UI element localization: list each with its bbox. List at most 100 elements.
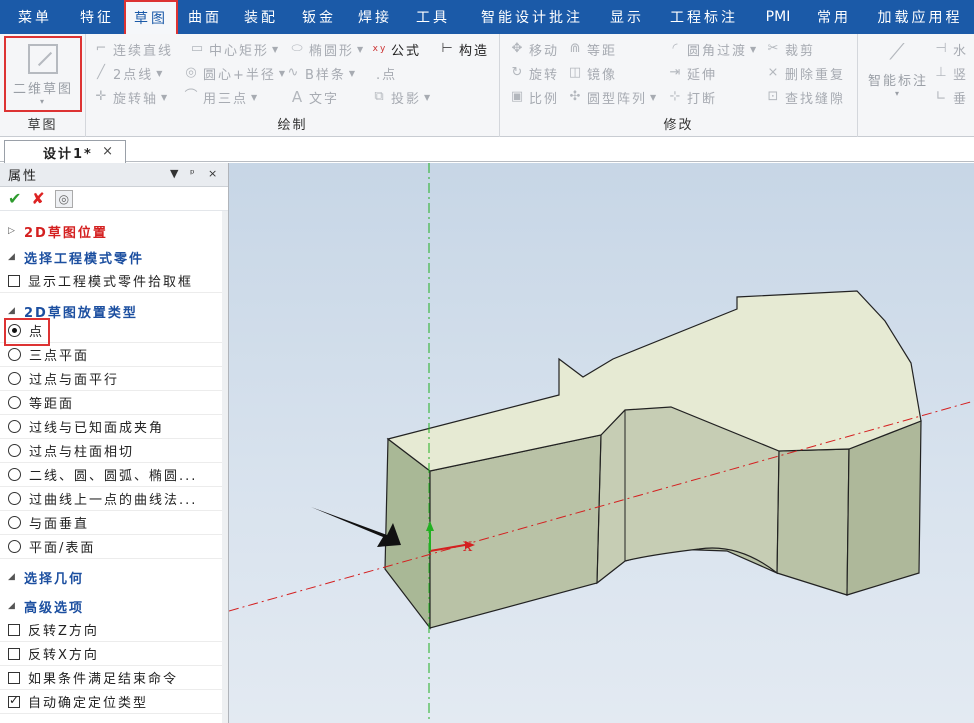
section-2d-sketch-position[interactable]: ▷ 2D草图位置 <box>0 219 222 243</box>
close-icon[interactable]: × <box>102 144 115 159</box>
circle-center-radius-button[interactable]: ◎ 圆心+半径 ▼ <box>184 62 287 84</box>
point-button[interactable]: .点 <box>376 62 397 84</box>
horizontal-dim-button[interactable]: ⊣ 水 <box>934 38 968 60</box>
checkbox-box[interactable] <box>8 647 20 660</box>
radio-dot[interactable] <box>8 516 21 529</box>
ribbon-group-title-sketch: 草图 <box>27 118 58 133</box>
auto-locate-type-checkbox[interactable]: 自动确定定位类型 <box>0 690 222 714</box>
flip-z-checkbox[interactable]: 反转Z方向 <box>0 618 222 642</box>
formula-button[interactable]: xy 公式 <box>372 38 421 60</box>
2d-sketch-button[interactable]: 二维草图 ▾ <box>4 36 82 112</box>
radio-dot[interactable] <box>8 492 21 505</box>
construct-button[interactable]: ⊢ 构造 <box>440 38 489 60</box>
panel-scrollbar[interactable] <box>222 211 228 723</box>
three-point-arc-button[interactable]: ⌒ 用三点 ▼ <box>184 86 259 108</box>
menu-sheetmetal[interactable]: 钣金 <box>290 0 348 34</box>
offset-button[interactable]: ⋒ 等距 <box>568 38 617 60</box>
flip-x-checkbox[interactable]: 反转X方向 <box>0 642 222 666</box>
menu-surface[interactable]: 曲面 <box>178 0 232 34</box>
menu-feature[interactable]: 特征 <box>70 0 124 34</box>
smart-annotate-button[interactable]: ⟋ 智能标注 ▾ <box>868 40 928 98</box>
radio-plane-surface[interactable]: 平面/表面 <box>0 535 222 559</box>
radio-dot[interactable] <box>8 348 21 361</box>
point-label: .点 <box>376 67 398 83</box>
fillet-button[interactable]: ◜ 圆角过渡 ▼ <box>668 38 758 60</box>
radio-dot[interactable] <box>8 396 21 409</box>
menu-pmi[interactable]: PMI <box>754 0 802 34</box>
menu-main[interactable]: 菜单 <box>0 0 70 34</box>
rotation-axis-button[interactable]: ✛ 旋转轴 ▼ <box>94 86 169 108</box>
radio-curve-normal[interactable]: 过曲线上一点的曲线法... <box>0 487 222 511</box>
end-command-checkbox[interactable]: 如果条件满足结束命令 <box>0 666 222 690</box>
menu-smart-design[interactable]: 智能设计批注 <box>464 0 600 34</box>
panel-menu-icon[interactable]: ▼ <box>170 167 180 180</box>
document-tab[interactable]: 设计1* × <box>4 140 126 163</box>
ribbon-group-draw: ⌐ 连续直线 ▭ 中心矩形 ▼ ⬭ 椭圆形 ▼ xy 公式 ⊢ 构造 ╱ 2点线 ▼ ◎ 圆心+半径… <box>86 34 500 137</box>
polyline-label: 连续直线 <box>113 43 174 59</box>
checkbox-label: 自动确定定位类型 <box>28 696 149 711</box>
rotate-button[interactable]: ↻ 旋转 <box>510 62 559 84</box>
perpendicular-dim-button[interactable]: ∟ 垂 <box>934 86 968 108</box>
radio-two-lines-circle[interactable]: 二线、圆、圆弧、椭圆... <box>0 463 222 487</box>
3d-viewport[interactable]: X <box>229 163 974 723</box>
construct-icon: ⊢ <box>441 41 455 56</box>
circular-pattern-label: 圆型阵列 <box>587 91 648 107</box>
checkbox-box[interactable] <box>8 274 20 287</box>
center-rect-button[interactable]: ▭ 中心矩形 ▼ <box>190 38 280 60</box>
scale-button[interactable]: ▣ 比例 <box>510 86 559 108</box>
menu-display[interactable]: 显示 <box>600 0 654 34</box>
radio-dot[interactable] <box>8 468 21 481</box>
radio-three-point-plane[interactable]: 三点平面 <box>0 343 222 367</box>
text-button[interactable]: A 文字 <box>290 86 339 108</box>
chevron-down-icon: ▼ <box>348 68 358 78</box>
perpendicular-dim-label: 垂 <box>953 91 969 107</box>
checkbox-box[interactable] <box>8 623 20 636</box>
menu-common[interactable]: 常用 <box>802 0 866 34</box>
radio-dot[interactable] <box>8 372 21 385</box>
menu-weld[interactable]: 焊接 <box>348 0 402 34</box>
section-select-geometry[interactable]: ◢ 选择几何 <box>0 565 222 589</box>
show-pick-box-checkbox[interactable]: 显示工程模式零件拾取框 <box>0 269 222 293</box>
pin-icon[interactable]: ᵖ <box>190 167 197 180</box>
close-icon[interactable]: × <box>208 167 219 180</box>
radio-line-angle-face[interactable]: 过线与已知面成夹角 <box>0 415 222 439</box>
menu-addins[interactable]: 加载应用程 <box>866 0 974 34</box>
menu-sketch[interactable]: 草图 <box>124 0 178 34</box>
part-end-face[interactable] <box>846 420 922 596</box>
vertical-dim-button[interactable]: ⊥ 竖 <box>934 62 968 84</box>
preview-icon[interactable]: ◎ <box>54 189 73 208</box>
section-advanced-options[interactable]: ◢ 高级选项 <box>0 594 222 618</box>
checkbox-box[interactable] <box>8 671 20 684</box>
radio-label: 与面垂直 <box>29 517 90 532</box>
menu-tools[interactable]: 工具 <box>402 0 464 34</box>
radio-dot[interactable] <box>8 420 21 433</box>
delete-duplicate-button[interactable]: ⨯ 删除重复 <box>766 62 845 84</box>
app-window: 菜单 特征 草图 曲面 装配 钣金 焊接 工具 智能设计批注 显示 工程标注 P… <box>0 0 974 723</box>
section-select-eng-part[interactable]: ◢ 选择工程模式零件 <box>0 245 222 269</box>
circular-pattern-button[interactable]: ✣ 圆型阵列 ▼ <box>568 86 658 108</box>
radio-point-tangent-cylinder[interactable]: 过点与柱面相切 <box>0 439 222 463</box>
polyline-button[interactable]: ⌐ 连续直线 <box>94 38 173 60</box>
move-button[interactable]: ✥ 移动 <box>510 38 559 60</box>
cancel-icon[interactable]: ✘ <box>31 189 44 208</box>
radio-point-parallel-face[interactable]: 过点与面平行 <box>0 367 222 391</box>
radio-offset-face[interactable]: 等距面 <box>0 391 222 415</box>
radio-dot[interactable] <box>8 444 21 457</box>
chevron-down-icon: ▾ <box>39 97 46 106</box>
break-button[interactable]: ⊹ 打断 <box>668 86 717 108</box>
confirm-icon[interactable]: ✔ <box>8 189 21 208</box>
extend-button[interactable]: ⇥ 延伸 <box>668 62 717 84</box>
menu-eng-annotation[interactable]: 工程标注 <box>654 0 754 34</box>
bspline-button[interactable]: ∿ B样条 ▼ <box>286 62 357 84</box>
menu-assembly[interactable]: 装配 <box>232 0 290 34</box>
ribbon-group-title-modify: 修改 <box>663 118 694 133</box>
ellipse-button[interactable]: ⬭ 椭圆形 ▼ <box>290 38 365 60</box>
radio-dot[interactable] <box>8 540 21 553</box>
checkbox-box[interactable] <box>8 693 21 708</box>
radio-perpendicular-face[interactable]: 与面垂直 <box>0 511 222 535</box>
two-point-line-button[interactable]: ╱ 2点线 ▼ <box>94 62 164 84</box>
project-button[interactable]: ⧉ 投影 ▼ <box>372 86 432 108</box>
mirror-button[interactable]: ◫ 镜像 <box>568 62 617 84</box>
find-gaps-button[interactable]: ⊡ 查找缝隙 <box>766 86 845 108</box>
trim-button[interactable]: ✂ 裁剪 <box>766 38 815 60</box>
